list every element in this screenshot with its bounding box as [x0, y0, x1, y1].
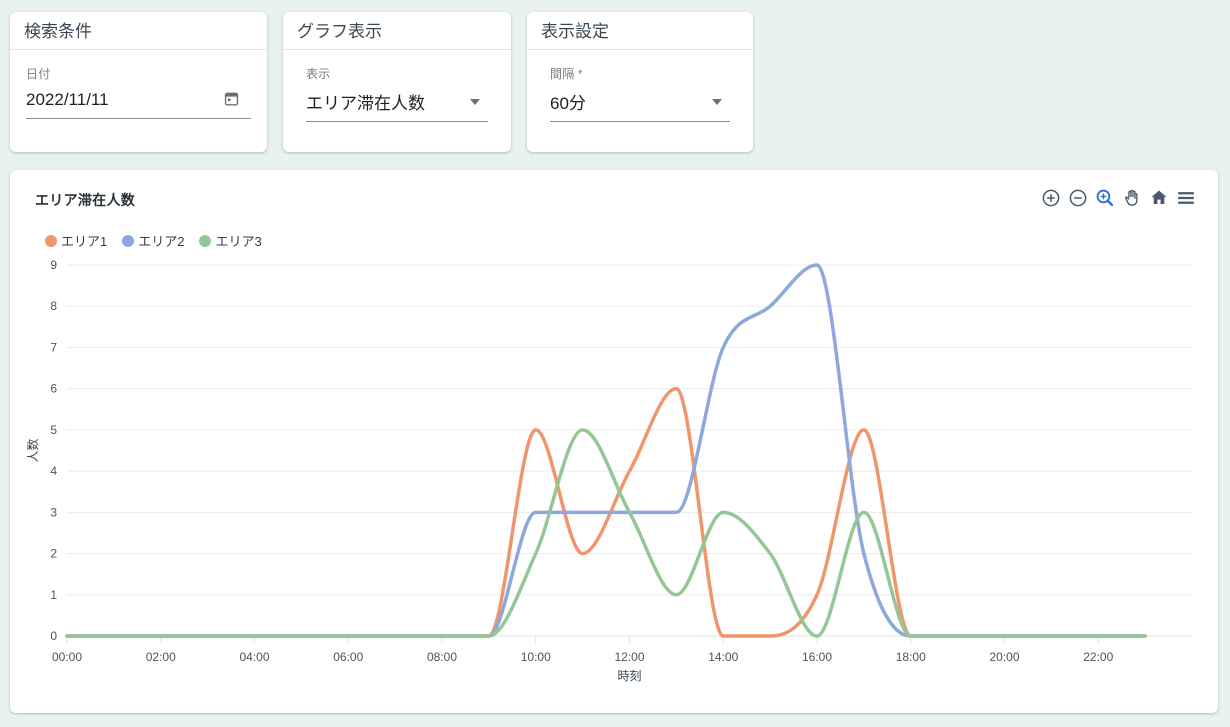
date-value: 2022/11/11: [26, 90, 109, 110]
pan-hand-icon: [1121, 187, 1143, 212]
legend-label: エリア2: [138, 231, 184, 250]
y-tick-label: 6: [50, 382, 57, 396]
x-tick-label: 12:00: [614, 650, 644, 664]
x-tick-label: 10:00: [521, 650, 551, 664]
chart-panel: エリア滞在人数: [10, 170, 1218, 713]
reset-zoom-button[interactable]: [1147, 186, 1171, 213]
interval-select-label: 間隔 *: [550, 65, 730, 82]
legend-label: エリア1: [61, 231, 107, 250]
zoom-out-button[interactable]: [1066, 186, 1090, 213]
x-tick-label: 20:00: [989, 650, 1019, 664]
graph-card-title: グラフ表示: [283, 12, 511, 50]
chevron-down-icon: [712, 99, 722, 105]
pan-button[interactable]: [1120, 186, 1144, 213]
y-tick-label: 7: [50, 340, 57, 354]
x-tick-label: 02:00: [146, 650, 176, 664]
display-settings-card: 表示設定 間隔 * 60分: [527, 12, 753, 152]
menu-icon: [1175, 187, 1197, 212]
legend-marker-icon: [122, 235, 134, 247]
y-tick-label: 3: [50, 505, 57, 519]
y-tick-label: 1: [50, 588, 57, 602]
y-tick-label: 8: [50, 299, 57, 313]
search-card-title: 検索条件: [10, 12, 267, 50]
display-select[interactable]: エリア滞在人数: [306, 84, 488, 122]
x-tick-label: 16:00: [802, 650, 832, 664]
legend-item-2[interactable]: エリア2: [122, 231, 184, 250]
calendar-icon: [222, 89, 241, 111]
legend-item-1[interactable]: エリア1: [45, 231, 107, 250]
display-select-value: エリア滞在人数: [306, 89, 425, 114]
x-tick-label: 14:00: [708, 650, 738, 664]
series-line-2: [67, 265, 1145, 636]
date-field-label: 日付: [26, 65, 251, 82]
x-tick-label: 18:00: [896, 650, 926, 664]
search-card: 検索条件 日付 2022/11/11: [10, 12, 267, 152]
chevron-down-icon: [470, 99, 480, 105]
home-icon: [1148, 187, 1170, 212]
legend-label: エリア3: [215, 231, 261, 250]
interval-select[interactable]: 60分: [550, 84, 730, 122]
y-tick-label: 4: [50, 464, 57, 478]
y-axis-title: 人数: [25, 438, 40, 462]
legend-marker-icon: [45, 235, 57, 247]
x-axis-title: 時刻: [617, 669, 641, 683]
selection-zoom-icon: [1094, 187, 1116, 212]
x-tick-label: 00:00: [52, 650, 82, 664]
display-select-label: 表示: [306, 65, 488, 82]
interval-select-value: 60分: [550, 89, 586, 114]
settings-card-title: 表示設定: [527, 12, 753, 50]
chart-legend: エリア1 エリア2 エリア3: [45, 231, 262, 250]
zoom-in-icon: [1040, 187, 1062, 212]
y-tick-label: 0: [50, 629, 57, 643]
date-input[interactable]: 2022/11/11: [26, 84, 251, 119]
chart-toolbar: [1039, 186, 1198, 213]
series-line-3: [67, 430, 1145, 636]
zoom-out-icon: [1067, 187, 1089, 212]
chart-title: エリア滞在人数: [35, 190, 135, 210]
calendar-button[interactable]: [222, 89, 241, 111]
y-tick-label: 2: [50, 547, 57, 561]
x-tick-label: 22:00: [1083, 650, 1113, 664]
y-tick-label: 9: [50, 258, 57, 272]
graph-display-card: グラフ表示 表示 エリア滞在人数: [283, 12, 511, 152]
zoom-in-button[interactable]: [1039, 186, 1063, 213]
menu-button[interactable]: [1174, 186, 1198, 213]
area-occupancy-chart[interactable]: 0 1 2 3 4 5 6 7 8 9 00:00 02:00 04:00 06:00 08:00 10:00…: [10, 170, 1218, 713]
selection-zoom-button[interactable]: [1093, 186, 1117, 213]
legend-marker-icon: [199, 235, 211, 247]
x-tick-label: 08:00: [427, 650, 457, 664]
filter-cards-row: 検索条件 日付 2022/11/11 グラフ表示 表示: [10, 12, 753, 152]
legend-item-3[interactable]: エリア3: [199, 231, 261, 250]
y-tick-label: 5: [50, 423, 57, 437]
x-tick-label: 06:00: [333, 650, 363, 664]
x-tick-label: 04:00: [239, 650, 269, 664]
